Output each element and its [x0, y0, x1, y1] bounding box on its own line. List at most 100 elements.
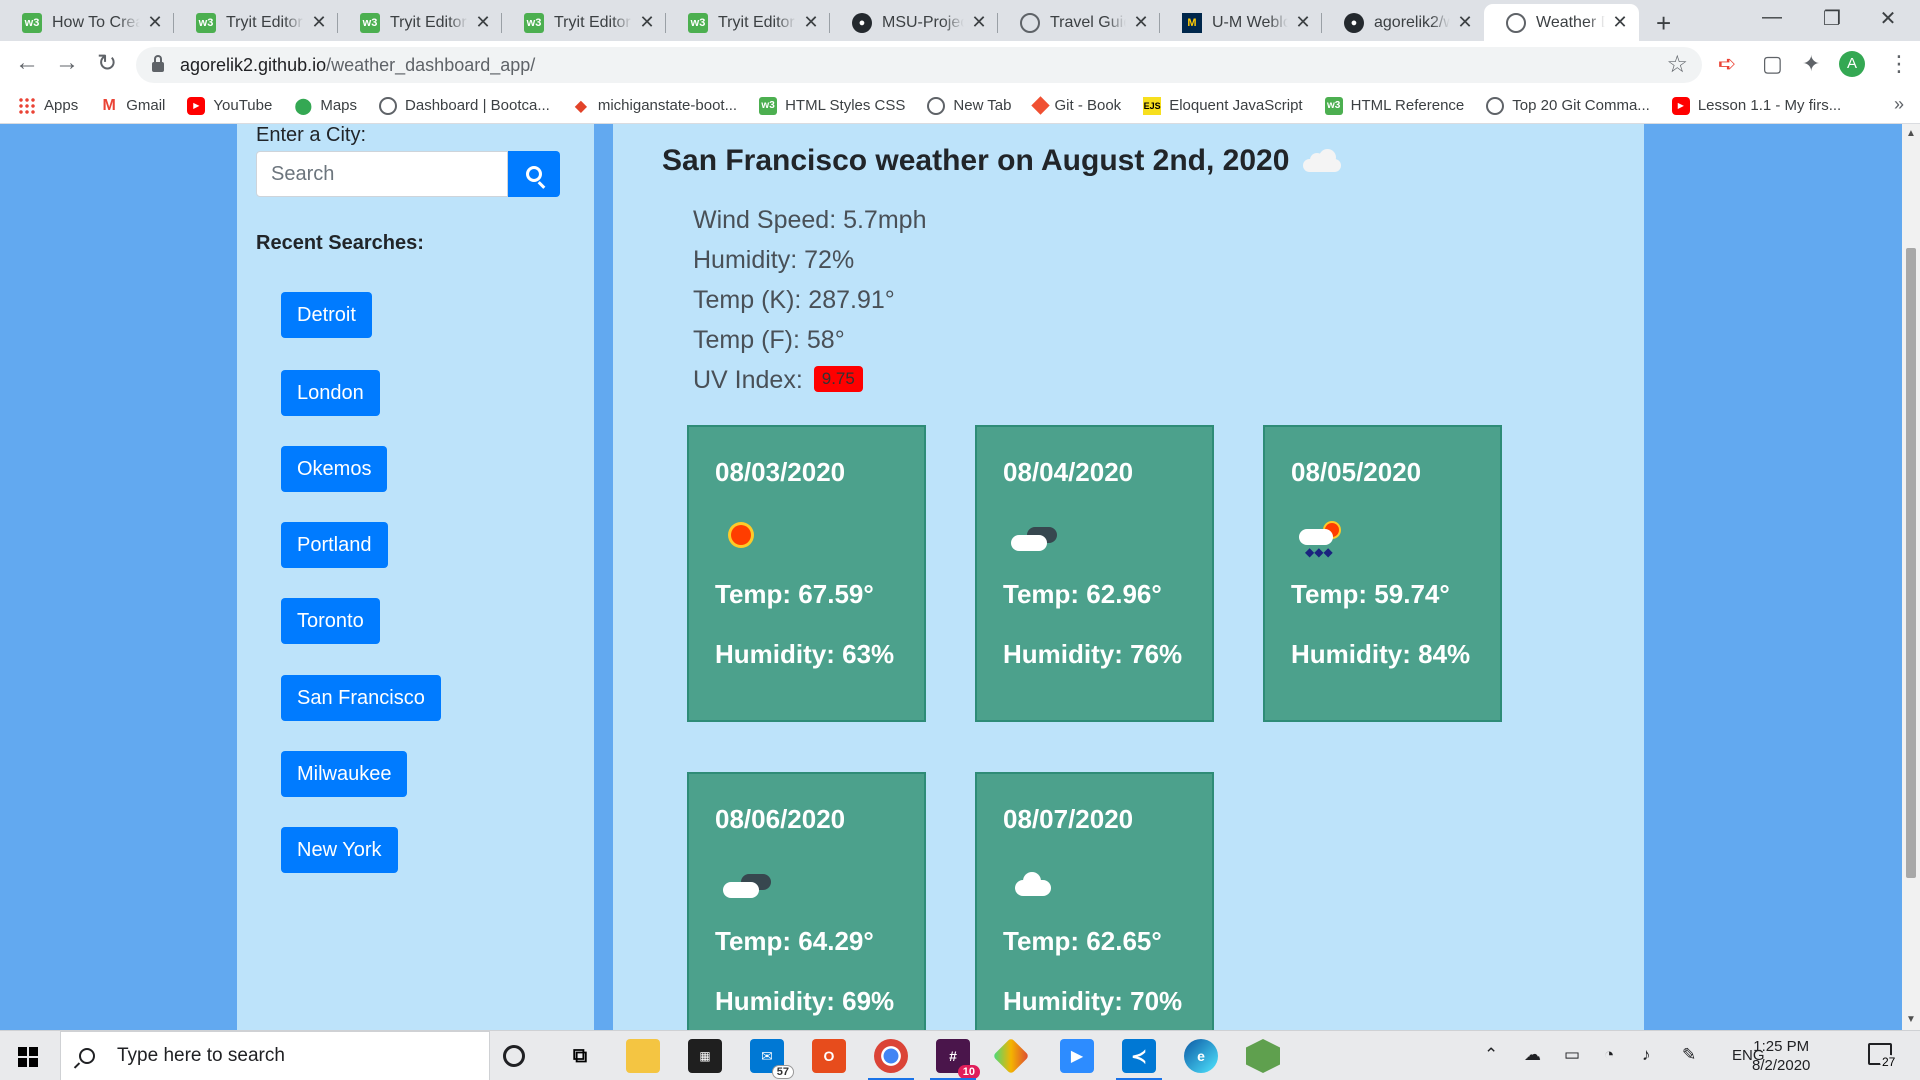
bookmark-label: michiganstate-boot...	[597, 97, 738, 114]
bookmark-star-icon[interactable]: ☆	[1666, 50, 1688, 79]
forecast-humidity: Humidity: 84%	[1291, 639, 1471, 669]
edge-icon[interactable]: e	[1184, 1039, 1218, 1073]
browser-menu-icon[interactable]: ⋮	[1888, 51, 1910, 77]
gmail-bookmark-icon: M	[102, 96, 116, 114]
recent-city-button[interactable]: London	[281, 370, 380, 416]
address-bar[interactable]: agorelik2.github.io/weather_dashboard_ap…	[136, 47, 1702, 83]
gitkraken-icon[interactable]	[992, 1037, 1030, 1075]
store-icon[interactable]: ▦	[688, 1039, 722, 1073]
bookmark-item[interactable]: M Gmail	[100, 96, 166, 115]
tab-close-icon[interactable]: ✕	[970, 12, 988, 33]
chrome-icon[interactable]	[868, 1039, 914, 1080]
globe-favicon-icon	[1506, 12, 1526, 33]
reload-button[interactable]: ↻	[92, 49, 122, 78]
browser-tab[interactable]: w3 How To Create ✕	[0, 4, 174, 41]
recent-city-button[interactable]: Toronto	[281, 598, 380, 644]
forward-button[interactable]: →	[52, 49, 82, 77]
onedrive-icon[interactable]: ☁	[1524, 1045, 1541, 1065]
bookmark-label: Eloquent JavaScript	[1169, 97, 1303, 114]
browser-tab[interactable]: M U-M Weblog ✕	[1160, 4, 1322, 41]
extensions-puzzle-icon[interactable]: ✦	[1802, 51, 1820, 77]
lock-icon[interactable]	[152, 55, 164, 72]
browser-tab[interactable]: w3 Tryit Editor v ✕	[338, 4, 502, 41]
zoom-icon[interactable]: ▶	[1060, 1039, 1094, 1073]
tab-close-icon[interactable]: ✕	[146, 12, 164, 33]
volume-icon[interactable]: ♪	[1642, 1045, 1651, 1065]
new-tab-button[interactable]: +	[1656, 8, 1671, 39]
scroll-down-icon[interactable]: ▼	[1906, 1014, 1916, 1025]
bookmark-item[interactable]: Git - Book	[1030, 96, 1122, 115]
vscode-icon[interactable]: ≺	[1116, 1039, 1162, 1080]
clock-time: 1:25 PM	[1753, 1038, 1810, 1055]
browser-tab[interactable]: w3 Tryit Editor v ✕	[174, 4, 338, 41]
tab-close-icon[interactable]: ✕	[310, 12, 328, 33]
task-view-icon[interactable]: ⧉	[563, 1039, 597, 1073]
windows-start-icon[interactable]	[18, 1047, 38, 1067]
tab-close-icon[interactable]: ✕	[638, 12, 656, 33]
recent-city-button[interactable]: Okemos	[281, 446, 388, 492]
recent-city-button[interactable]: Detroit	[281, 292, 372, 338]
maximize-button[interactable]: ❐	[1812, 6, 1852, 31]
search-button[interactable]	[508, 151, 560, 197]
extension-icon[interactable]: ➪	[1718, 51, 1736, 77]
recent-city-button[interactable]: New York	[281, 827, 398, 873]
browser-tab[interactable]: Weather Das ✕	[1484, 4, 1639, 41]
battery-icon[interactable]: ▭	[1564, 1045, 1580, 1065]
tab-close-icon[interactable]: ✕	[802, 12, 820, 33]
tab-close-icon[interactable]: ✕	[1294, 12, 1312, 33]
bookmark-item[interactable]: ▶ Lesson 1.1 - My firs...	[1671, 96, 1841, 115]
bookmark-item[interactable]: w3 HTML Reference	[1324, 96, 1464, 115]
nodejs-icon[interactable]	[1246, 1039, 1280, 1073]
recent-city-button[interactable]: Portland	[281, 522, 388, 568]
browser-tab[interactable]: Travel Guide ✕	[998, 4, 1160, 41]
profile-avatar[interactable]: A	[1839, 51, 1865, 77]
taskbar-search-box[interactable]: Type here to search	[60, 1031, 490, 1080]
recent-city-button[interactable]: Milwaukee	[281, 751, 408, 797]
file-explorer-icon[interactable]	[626, 1039, 660, 1073]
browser-tab[interactable]: ● MSU-Project ✕	[830, 4, 998, 41]
bookmark-item[interactable]: Apps	[18, 96, 78, 115]
browser-tab[interactable]: ● agorelik2/we ✕	[1322, 4, 1484, 41]
close-window-button[interactable]: ✕	[1868, 6, 1908, 31]
bookmark-item[interactable]: Dashboard | Bootca...	[379, 96, 550, 115]
recent-city-button[interactable]: San Francisco	[281, 675, 441, 721]
city-search-input[interactable]	[256, 151, 508, 197]
bookmark-item[interactable]: ▶ YouTube	[187, 96, 272, 115]
wifi-icon[interactable]: ◔	[1604, 1045, 1614, 1065]
tab-close-icon[interactable]: ✕	[1611, 12, 1629, 33]
bookmark-item[interactable]: ⬤ Maps	[294, 97, 357, 115]
forecast-date: 08/04/2020	[1003, 457, 1134, 487]
page-scrollbar[interactable]: ▲ ▼	[1902, 124, 1920, 1030]
bookmark-item[interactable]: New Tab	[927, 96, 1012, 115]
w3-bookmark-icon: w3	[759, 96, 778, 115]
bookmark-label: Git - Book	[1054, 97, 1122, 114]
browser-tab[interactable]: w3 Tryit Editor v ✕	[502, 4, 666, 41]
bookmark-item[interactable]: EJS Eloquent JavaScript	[1143, 96, 1303, 115]
forecast-humidity: Humidity: 69%	[715, 986, 895, 1016]
mail-icon[interactable]: ✉ 57	[750, 1039, 794, 1079]
taskbar-clock[interactable]: 1:25 PM 8/2/2020	[1752, 1037, 1810, 1075]
bookmark-item[interactable]: Top 20 Git Comma...	[1486, 96, 1650, 115]
yt-bookmark-icon: ▶	[187, 96, 206, 115]
apps-bookmark-icon	[18, 96, 36, 115]
forecast-humidity: Humidity: 63%	[715, 639, 895, 669]
cortana-icon[interactable]	[503, 1045, 525, 1067]
office-icon[interactable]: O	[812, 1039, 846, 1073]
tab-close-icon[interactable]: ✕	[1456, 12, 1474, 33]
scroll-up-icon[interactable]: ▲	[1906, 128, 1916, 139]
slack-icon[interactable]: #10	[930, 1039, 980, 1080]
tab-close-icon[interactable]: ✕	[1132, 12, 1150, 33]
extension-icon[interactable]: ▢	[1762, 51, 1783, 77]
tab-close-icon[interactable]: ✕	[474, 12, 492, 33]
back-button[interactable]: ←	[12, 49, 42, 77]
tab-title: How To Create	[52, 13, 140, 31]
bookmarks-overflow-button[interactable]: »	[1894, 94, 1904, 115]
bookmark-item[interactable]: w3 HTML Styles CSS	[759, 96, 905, 115]
windows-taskbar: Type here to search ⧉ ▦ ✉ 57 O #10 ▶ ≺ e …	[0, 1030, 1920, 1080]
scrollbar-thumb[interactable]	[1906, 248, 1916, 878]
bookmark-item[interactable]: ◆ michiganstate-boot...	[572, 97, 737, 115]
tray-overflow-icon[interactable]: ⌃	[1484, 1045, 1498, 1065]
minimize-button[interactable]: —	[1752, 6, 1792, 29]
pen-icon[interactable]: ✎	[1682, 1045, 1696, 1065]
browser-tab[interactable]: w3 Tryit Editor v ✕	[666, 4, 830, 41]
